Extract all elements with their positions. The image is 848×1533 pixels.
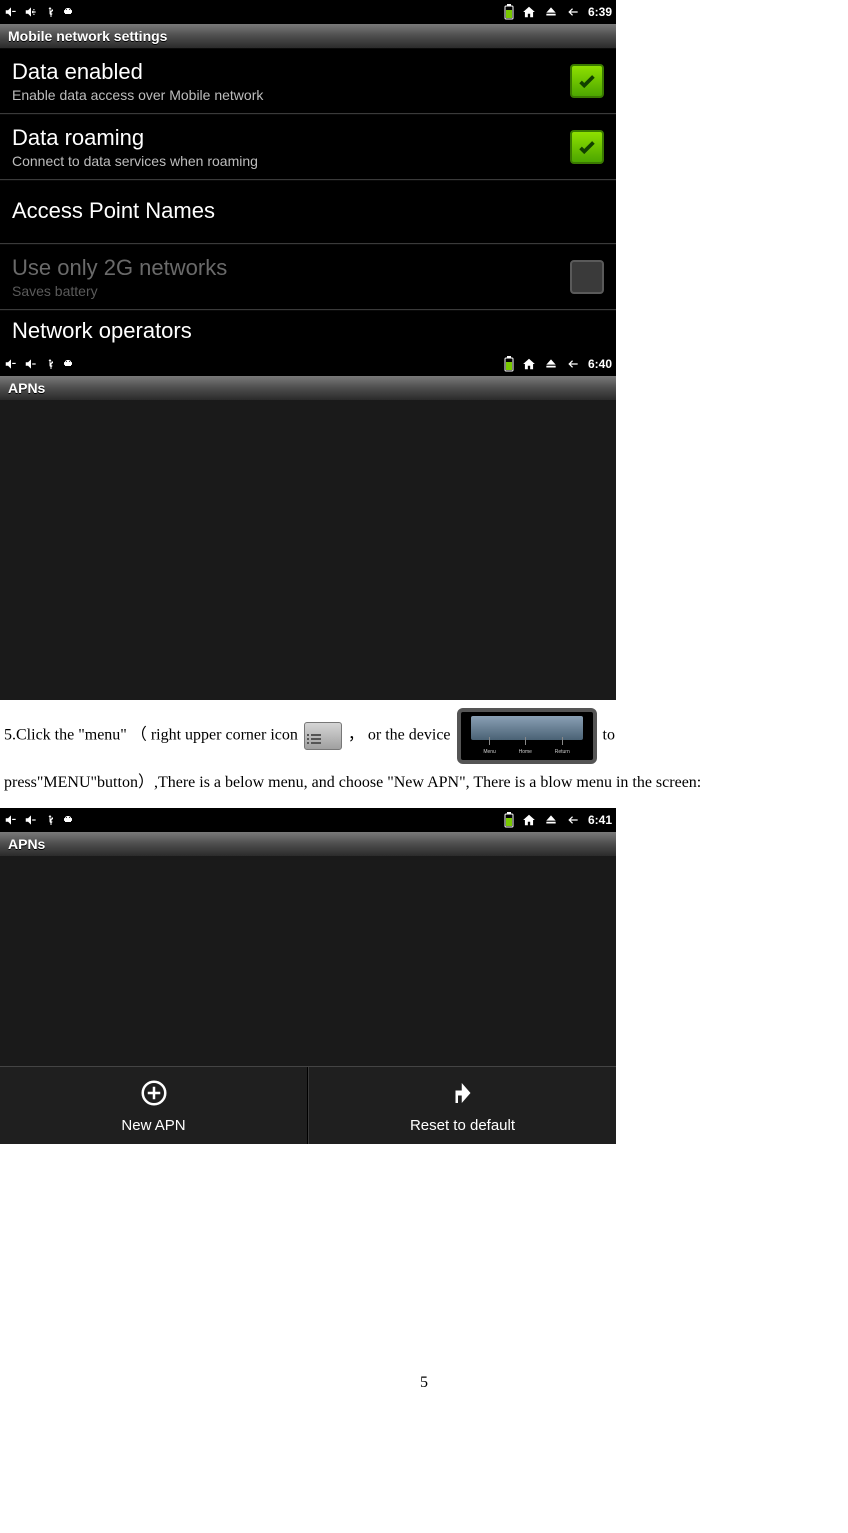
- instruction-text-4: press"MENU"button）,There is a below menu…: [4, 774, 701, 791]
- instruction-text-2: ， or the device: [348, 727, 451, 744]
- eject-icon: [544, 813, 558, 827]
- screen-title: APNs: [0, 832, 616, 856]
- clock-label: 6:41: [588, 813, 612, 827]
- android-icon: [62, 5, 74, 19]
- checkbox-2g-only: [570, 260, 604, 294]
- setting-row-apn[interactable]: Access Point Names: [0, 180, 616, 244]
- setting-row-data-roaming[interactable]: Data roaming Connect to data services wh…: [0, 114, 616, 180]
- options-menu: New APN Reset to default: [0, 1066, 616, 1144]
- back-arrow-icon: [566, 357, 580, 371]
- setting-row-2g-only: Use only 2G networks Saves battery: [0, 244, 616, 310]
- home-icon: [522, 357, 536, 371]
- volume-mute-icon: [4, 5, 18, 19]
- status-bar: 6:40: [0, 352, 616, 376]
- instruction-paragraph: 5.Click the "menu" （ right upper corner …: [0, 700, 848, 808]
- setting-subtitle: Connect to data services when roaming: [12, 153, 558, 169]
- setting-title: Network operators: [12, 318, 604, 344]
- clock-label: 6:40: [588, 357, 612, 371]
- checkbox-data-roaming[interactable]: [570, 130, 604, 164]
- volume-mute-icon: [4, 357, 18, 371]
- setting-row-network-operators[interactable]: Network operators: [0, 310, 616, 352]
- screenshot-mobile-network-settings: 6:39 Mobile network settings Data enable…: [0, 0, 616, 352]
- battery-icon: [504, 356, 514, 372]
- usb-icon: [44, 5, 56, 19]
- device-photo-icon: Menu Home Return: [457, 708, 597, 764]
- screenshot-apns-menu: 6:41 APNs New APN Reset to default: [0, 808, 616, 1144]
- add-icon: [139, 1078, 169, 1113]
- apn-list-empty: [0, 856, 616, 1066]
- back-arrow-icon: [566, 5, 580, 19]
- battery-icon: [504, 4, 514, 20]
- menu-item-reset-default[interactable]: Reset to default: [308, 1067, 616, 1144]
- volume-mute-icon: [4, 813, 18, 827]
- setting-title: Access Point Names: [12, 198, 604, 224]
- page-number: 5: [0, 1374, 848, 1412]
- setting-title: Data roaming: [12, 125, 558, 151]
- status-bar: 6:39: [0, 0, 616, 24]
- usb-icon: [44, 813, 56, 827]
- menu-item-new-apn[interactable]: New APN: [0, 1067, 308, 1144]
- setting-title: Use only 2G networks: [12, 255, 558, 281]
- menu-icon: [304, 722, 342, 750]
- volume-up-icon: [24, 5, 38, 19]
- volume-up-icon: [24, 357, 38, 371]
- setting-row-data-enabled[interactable]: Data enabled Enable data access over Mob…: [0, 48, 616, 114]
- device-button-label: Return: [555, 737, 570, 758]
- menu-label: Reset to default: [410, 1117, 515, 1134]
- back-arrow-icon: [566, 813, 580, 827]
- instruction-text-3: to: [603, 727, 615, 744]
- reset-icon: [448, 1078, 478, 1113]
- apn-list-empty: [0, 400, 616, 700]
- eject-icon: [544, 357, 558, 371]
- checkbox-data-enabled[interactable]: [570, 64, 604, 98]
- status-bar: 6:41: [0, 808, 616, 832]
- screen-title: Mobile network settings: [0, 24, 616, 48]
- clock-label: 6:39: [588, 5, 612, 19]
- device-button-label: Home: [519, 737, 532, 758]
- setting-subtitle: Saves battery: [12, 283, 558, 299]
- settings-list: Data enabled Enable data access over Mob…: [0, 48, 616, 352]
- device-button-label: Menu: [483, 737, 496, 758]
- android-icon: [62, 813, 74, 827]
- instruction-text-1: 5.Click the "menu" （ right upper corner …: [4, 727, 298, 744]
- menu-label: New APN: [121, 1117, 185, 1134]
- screen-title: APNs: [0, 376, 616, 400]
- eject-icon: [544, 5, 558, 19]
- home-icon: [522, 813, 536, 827]
- setting-title: Data enabled: [12, 59, 558, 85]
- android-icon: [62, 357, 74, 371]
- volume-up-icon: [24, 813, 38, 827]
- screenshot-apns-empty: 6:40 APNs: [0, 352, 616, 700]
- setting-subtitle: Enable data access over Mobile network: [12, 87, 558, 103]
- usb-icon: [44, 357, 56, 371]
- home-icon: [522, 5, 536, 19]
- battery-icon: [504, 812, 514, 828]
